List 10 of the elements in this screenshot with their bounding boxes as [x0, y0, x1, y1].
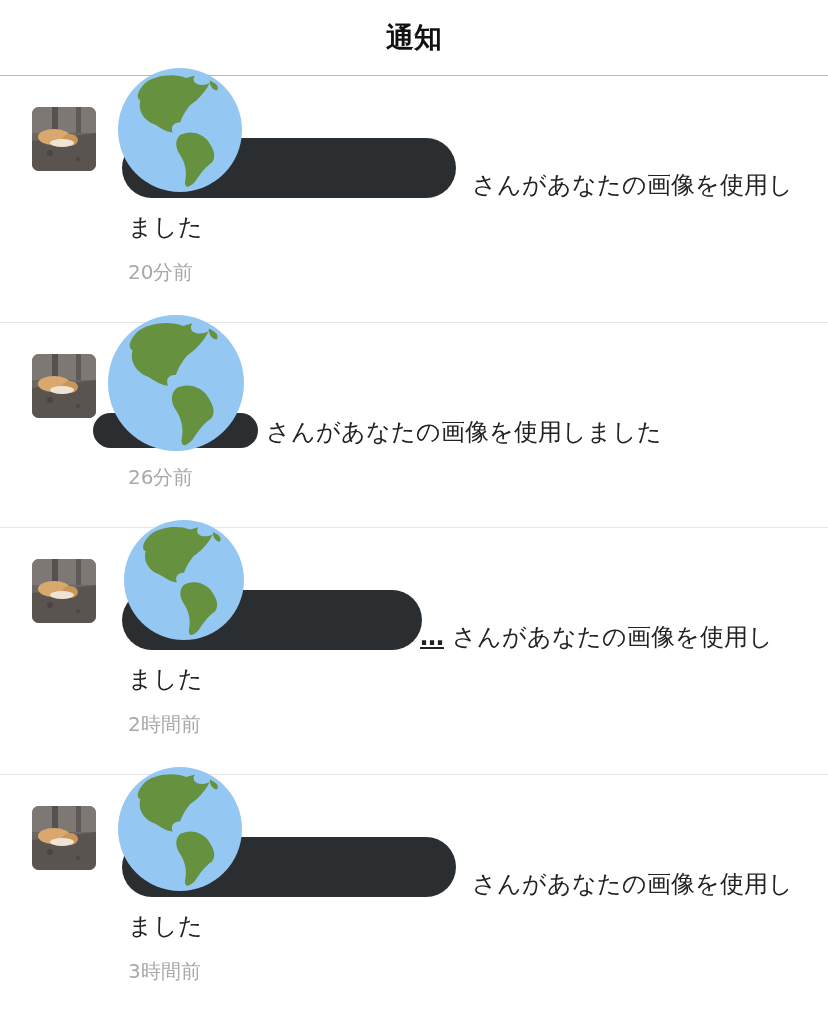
timestamp: 3時間前	[128, 958, 202, 985]
timestamp: 26分前	[128, 464, 195, 491]
globe-icon	[124, 520, 244, 640]
timestamp: 2時間前	[128, 711, 202, 738]
notification-text: … さんがあなたの画像を使用しました	[128, 616, 796, 700]
globe-icon	[118, 767, 242, 891]
timestamp: 20分前	[128, 259, 195, 286]
screen-title: 通知	[386, 19, 442, 56]
globe-icon	[118, 68, 242, 192]
globe-icon	[108, 315, 244, 451]
